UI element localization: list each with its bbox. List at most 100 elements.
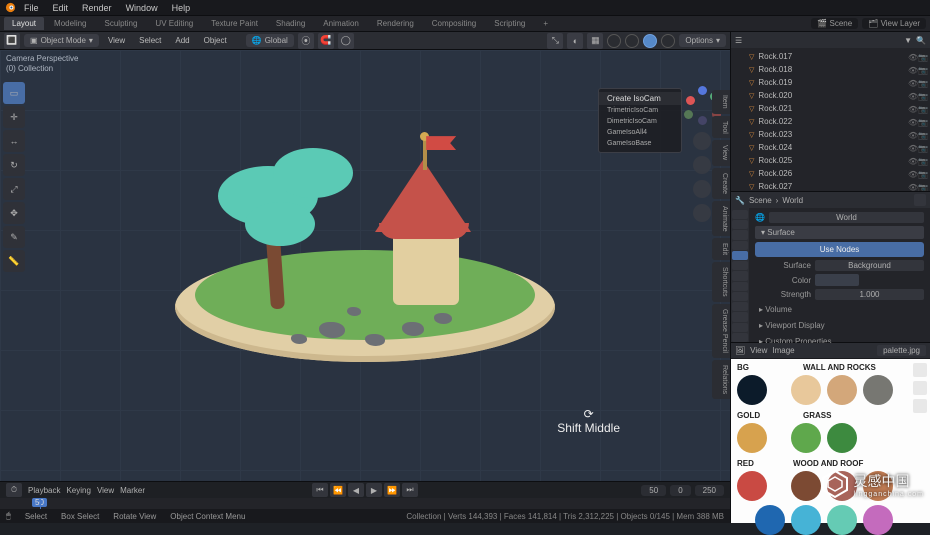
palette-swatch[interactable] — [791, 423, 821, 453]
eye-icon[interactable]: 👁 — [908, 157, 916, 165]
jump-start-icon[interactable]: ⏮ — [312, 483, 328, 497]
pan-icon[interactable] — [693, 156, 711, 174]
palette-swatch[interactable] — [827, 375, 857, 405]
world-datablock-icon[interactable]: 🌐 — [755, 213, 765, 222]
strength-field[interactable]: 1.000 — [815, 289, 924, 300]
outliner-item[interactable]: ▽Rock.025👁📷 — [731, 154, 930, 167]
shading-material[interactable] — [643, 34, 657, 48]
play-icon[interactable]: ▶ — [366, 483, 382, 497]
ptab-texture[interactable] — [732, 333, 748, 342]
color-swatch[interactable] — [815, 274, 859, 286]
eye-icon[interactable]: 👁 — [908, 144, 916, 152]
end-frame-field[interactable]: 250 — [695, 485, 724, 496]
perspective-toggle-icon[interactable] — [693, 204, 711, 222]
camera-vis-icon[interactable]: 📷 — [918, 66, 926, 74]
tool-select-box[interactable]: ▭ — [3, 82, 25, 104]
workspace-tab-modeling[interactable]: Modeling — [46, 17, 94, 30]
ptab-modifiers[interactable] — [732, 271, 748, 280]
ptab-physics[interactable] — [732, 292, 748, 301]
workspace-tab-rendering[interactable]: Rendering — [369, 17, 422, 30]
outliner-item[interactable]: ▽Rock.027👁📷 — [731, 180, 930, 191]
palette-swatch[interactable] — [791, 505, 821, 535]
ptab-render[interactable] — [732, 210, 748, 219]
menu-render[interactable]: Render — [76, 2, 118, 14]
use-nodes-button[interactable]: Use Nodes — [755, 242, 924, 257]
gizmo-toggle-icon[interactable]: ⤡ — [547, 33, 563, 49]
outliner-item[interactable]: ▽Rock.023👁📷 — [731, 128, 930, 141]
workspace-tab-layout[interactable]: Layout — [4, 17, 44, 30]
xray-icon[interactable]: ▦ — [587, 33, 603, 49]
eye-icon[interactable]: 👁 — [908, 105, 916, 113]
img-tool-2[interactable] — [913, 381, 927, 395]
vp-menu-view[interactable]: View — [103, 35, 130, 46]
3d-viewport[interactable]: Camera Perspective (0) Collection ▭ ✛ ↔ … — [0, 50, 730, 481]
popup-item[interactable]: DimetricIsoCam — [599, 116, 681, 127]
ptab-object[interactable] — [732, 261, 748, 270]
camera-vis-icon[interactable]: 📷 — [918, 131, 926, 139]
ntab-tool[interactable]: Tool — [712, 116, 730, 139]
ntab-edit[interactable]: Edit — [712, 238, 730, 260]
surface-section-header[interactable]: ▾ Surface — [755, 226, 924, 239]
breadcrumb-world[interactable]: World — [782, 196, 803, 205]
camera-vis-icon[interactable]: 📷 — [918, 144, 926, 152]
camera-vis-icon[interactable]: 📷 — [918, 157, 926, 165]
ptab-output[interactable] — [732, 220, 748, 229]
camera-vis-icon[interactable]: 📷 — [918, 53, 926, 61]
orientation-dropdown[interactable]: 🌐 Global — [246, 34, 294, 47]
camera-vis-icon[interactable]: 📷 — [918, 170, 926, 178]
pin-icon[interactable] — [914, 194, 926, 206]
camera-view-icon[interactable] — [693, 180, 711, 198]
axis-neg-y-icon[interactable] — [684, 110, 693, 119]
palette-swatch[interactable] — [863, 471, 893, 501]
eye-icon[interactable]: 👁 — [908, 79, 916, 87]
overlay-toggle-icon[interactable]: ◐ — [567, 33, 583, 49]
editor-type-icon[interactable]: 🔳 — [4, 33, 20, 49]
camera-vis-icon[interactable]: 📷 — [918, 118, 926, 126]
outliner-item[interactable]: ▽Rock.021👁📷 — [731, 102, 930, 115]
proportional-icon[interactable]: ◯ — [338, 33, 354, 49]
play-reverse-icon[interactable]: ◀ — [348, 483, 364, 497]
outliner-item[interactable]: ▽Rock.019👁📷 — [731, 76, 930, 89]
tool-measure[interactable]: 📏 — [3, 250, 25, 272]
popup-item[interactable]: GameIsoAll4 — [599, 127, 681, 138]
eye-icon[interactable]: 👁 — [908, 92, 916, 100]
eye-icon[interactable]: 👁 — [908, 66, 916, 74]
ntab-animate[interactable]: Animate — [712, 201, 730, 237]
world-name-field[interactable]: World — [769, 212, 924, 223]
filter-icon[interactable]: ▼ — [904, 36, 912, 45]
axis-neg-z-icon[interactable] — [698, 116, 707, 125]
editor-type-timeline-icon[interactable]: ⏱ — [6, 483, 22, 497]
popup-item[interactable]: GameIsoBase — [599, 138, 681, 149]
tool-transform[interactable]: ✥ — [3, 202, 25, 224]
tool-scale[interactable]: ⤢ — [3, 178, 25, 200]
palette-swatch[interactable] — [827, 505, 857, 535]
menu-window[interactable]: Window — [120, 2, 164, 14]
palette-swatch[interactable] — [755, 505, 785, 535]
options-dropdown[interactable]: Options ▾ — [679, 34, 726, 47]
ntab-grease[interactable]: Grease Pencil — [712, 304, 730, 358]
outliner-item[interactable]: ▽Rock.017👁📷 — [731, 50, 930, 63]
menu-file[interactable]: File — [18, 2, 45, 14]
ntab-create[interactable]: Create — [712, 168, 730, 199]
breadcrumb-scene[interactable]: Scene — [749, 196, 772, 205]
pivot-icon[interactable]: ⦿ — [298, 33, 314, 49]
outliner-item[interactable]: ▽Rock.018👁📷 — [731, 63, 930, 76]
tl-menu-view[interactable]: View — [97, 486, 114, 495]
eye-icon[interactable]: 👁 — [908, 170, 916, 178]
image-name-field[interactable]: palette.jpg — [877, 345, 926, 356]
palette-swatch[interactable] — [791, 471, 821, 501]
jump-end-icon[interactable]: ⏭ — [402, 483, 418, 497]
section-viewport-display[interactable]: ▸ Viewport Display — [755, 319, 924, 332]
palette-swatch[interactable] — [863, 375, 893, 405]
palette-swatch[interactable] — [827, 423, 857, 453]
workspace-tab-animation[interactable]: Animation — [315, 17, 367, 30]
camera-vis-icon[interactable]: 📷 — [918, 183, 926, 191]
image-editor-icon[interactable]: 🖼 — [735, 346, 745, 355]
outliner-item[interactable]: ▽Rock.024👁📷 — [731, 141, 930, 154]
tool-cursor[interactable]: ✛ — [3, 106, 25, 128]
search-icon[interactable]: 🔍 — [916, 36, 926, 45]
palette-swatch[interactable] — [827, 471, 857, 501]
viewlayer-selector[interactable]: 🗂 View Layer — [862, 18, 926, 29]
axis-x-icon[interactable] — [686, 96, 695, 105]
tool-move[interactable]: ↔ — [3, 130, 25, 152]
